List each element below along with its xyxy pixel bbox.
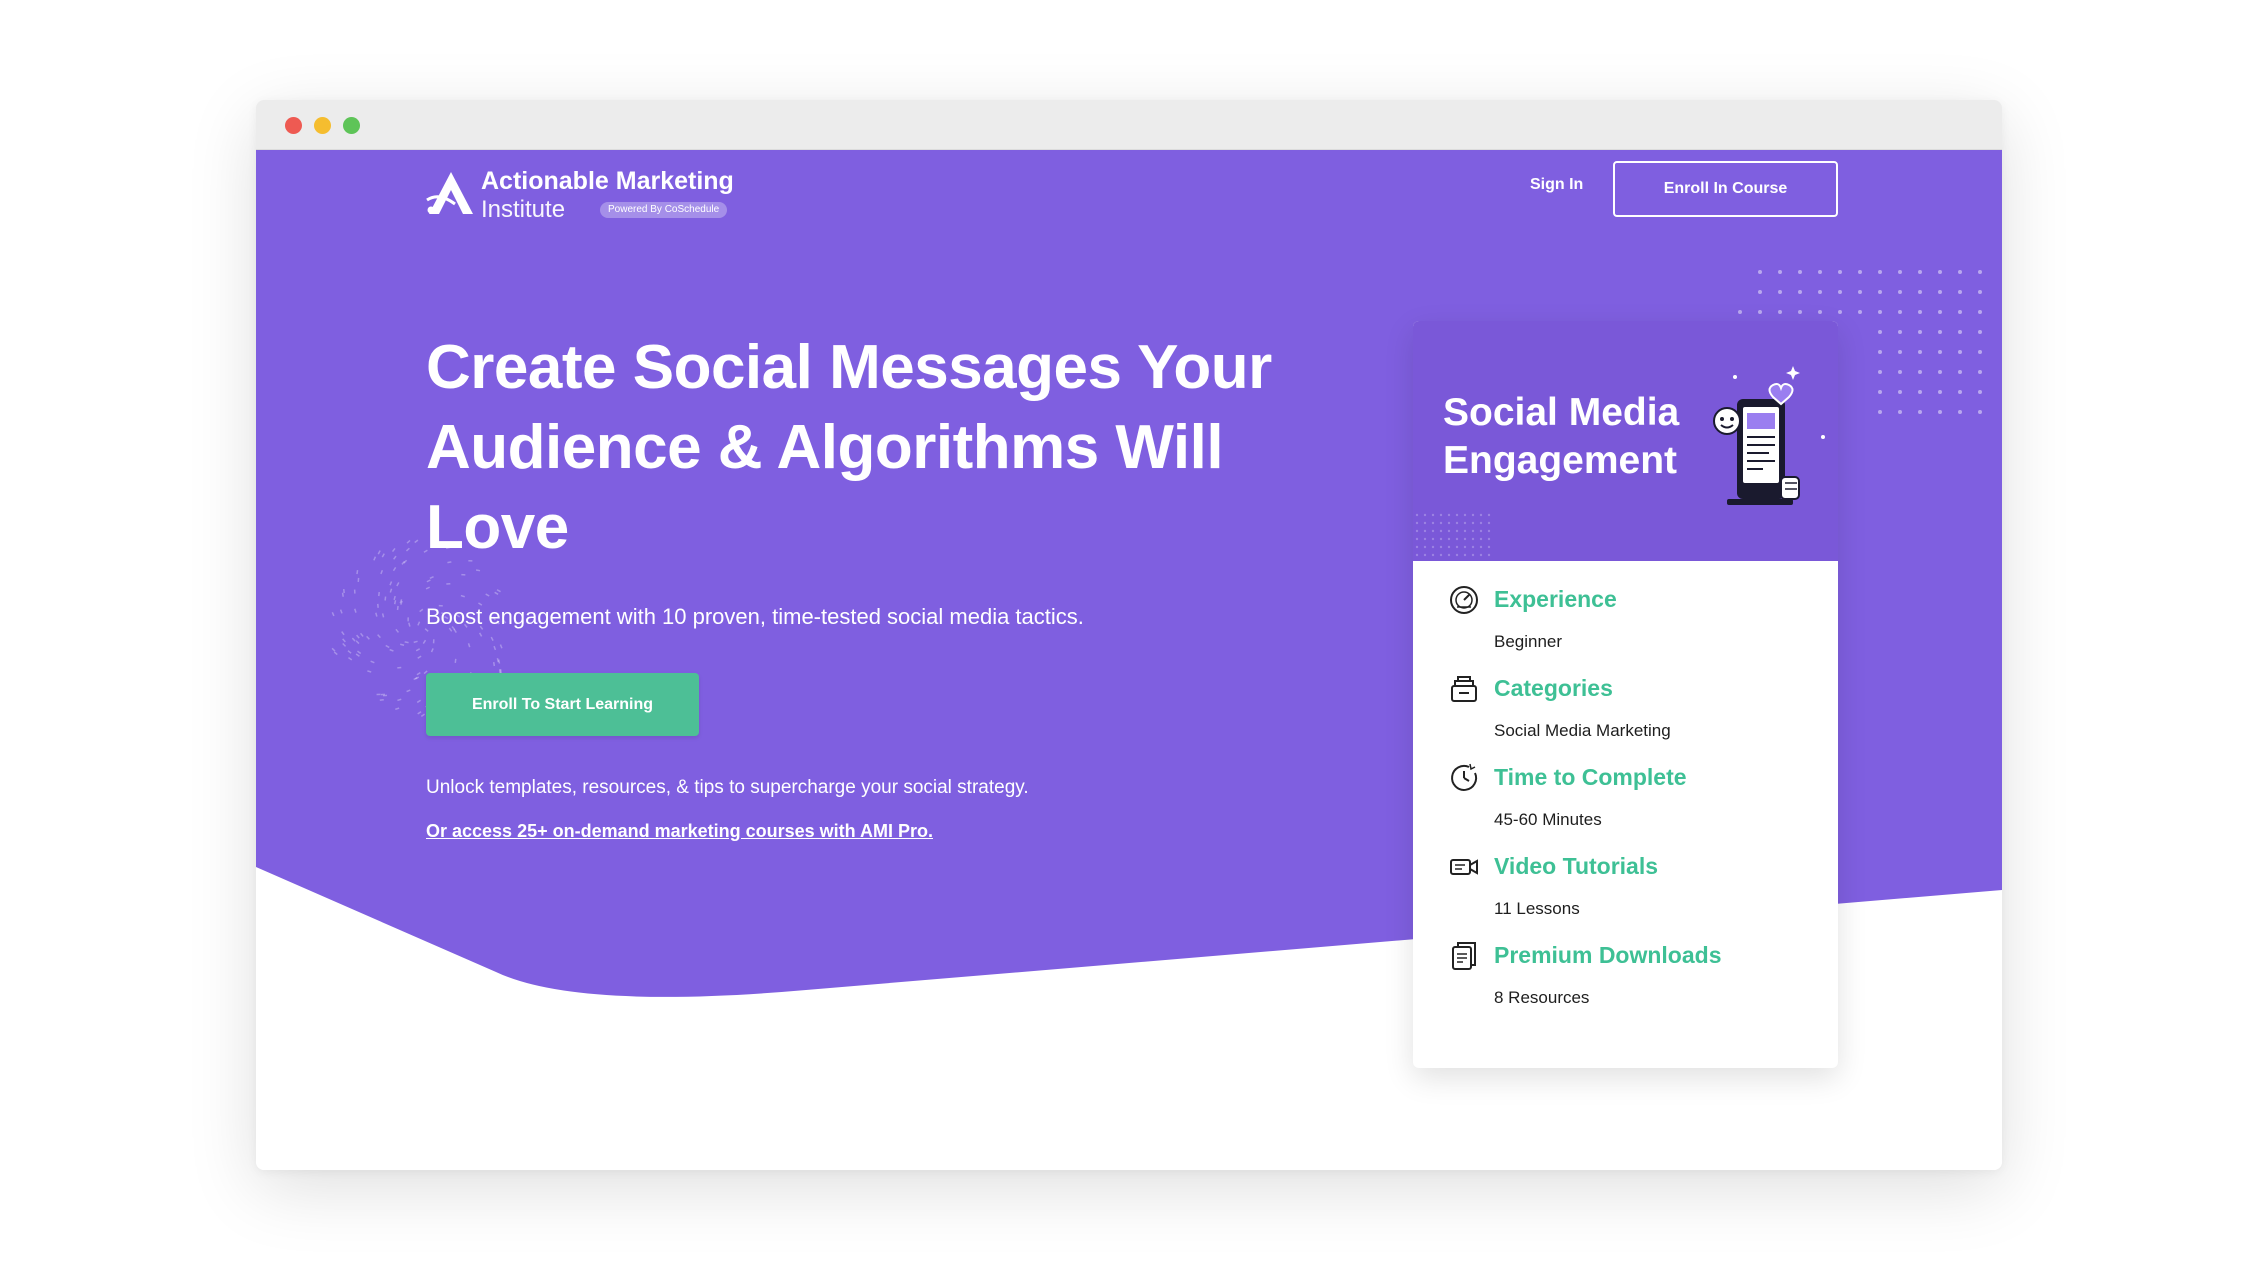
page-viewport: Actionable Marketing Institute Powered B…: [256, 150, 2002, 1170]
detail-value: 11 Lessons: [1494, 899, 1580, 919]
detail-title: Categories: [1494, 675, 1613, 702]
detail-title: Time to Complete: [1494, 764, 1687, 791]
brand-name-line1: Actionable Marketing: [481, 167, 734, 196]
gauge-icon: [1449, 585, 1479, 615]
browser-window: Actionable Marketing Institute Powered B…: [256, 100, 2002, 1170]
detail-time-to-complete: Time to Complete 45-60 Minutes: [1449, 763, 1809, 843]
video-camera-icon: [1449, 852, 1479, 882]
enroll-in-course-button[interactable]: Enroll In Course: [1613, 161, 1838, 217]
window-maximize-button[interactable]: [343, 117, 360, 134]
clock-icon: [1449, 763, 1479, 793]
phone-with-emoji-illustration: [1713, 349, 1833, 529]
detail-value: 8 Resources: [1494, 988, 1589, 1008]
card-dot-pattern: [1413, 511, 1493, 561]
stacked-folders-icon: [1449, 674, 1479, 704]
window-minimize-button[interactable]: [314, 117, 331, 134]
detail-categories: Categories Social Media Marketing: [1449, 674, 1809, 754]
detail-title: Premium Downloads: [1494, 942, 1721, 969]
hero-subheading: Boost engagement with 10 proven, time-te…: [426, 604, 1084, 630]
brand-name-line2: Institute: [481, 196, 565, 224]
page-title: Create Social Messages Your Audience & A…: [426, 328, 1306, 568]
detail-title: Video Tutorials: [1494, 853, 1658, 880]
powered-by-badge: Powered By CoSchedule: [600, 202, 727, 218]
detail-value: Beginner: [1494, 632, 1562, 652]
ami-pro-link[interactable]: Or access 25+ on-demand marketing course…: [426, 821, 933, 842]
browser-titlebar: [256, 100, 2002, 150]
download-document-icon: [1449, 941, 1479, 971]
enroll-to-start-learning-button[interactable]: Enroll To Start Learning: [426, 673, 699, 736]
window-close-button[interactable]: [285, 117, 302, 134]
sign-in-link[interactable]: Sign In: [1530, 176, 1583, 194]
detail-value: 45-60 Minutes: [1494, 810, 1602, 830]
course-card-title: Social Media Engagement: [1443, 389, 1713, 485]
detail-premium-downloads: Premium Downloads 8 Resources: [1449, 941, 1809, 1021]
brand-logo[interactable]: Actionable Marketing Institute Powered B…: [425, 166, 745, 216]
detail-value: Social Media Marketing: [1494, 721, 1671, 741]
detail-title: Experience: [1494, 586, 1617, 613]
detail-experience: Experience Beginner: [1449, 585, 1809, 665]
unlock-resources-text: Unlock templates, resources, & tips to s…: [426, 777, 1029, 799]
detail-video-tutorials: Video Tutorials 11 Lessons: [1449, 852, 1809, 932]
course-card-header: Social Media Engagement: [1413, 321, 1838, 561]
course-details-card: Social Media Engagement Experience Begin…: [1413, 321, 1838, 1068]
ami-logo-icon: [425, 170, 477, 218]
